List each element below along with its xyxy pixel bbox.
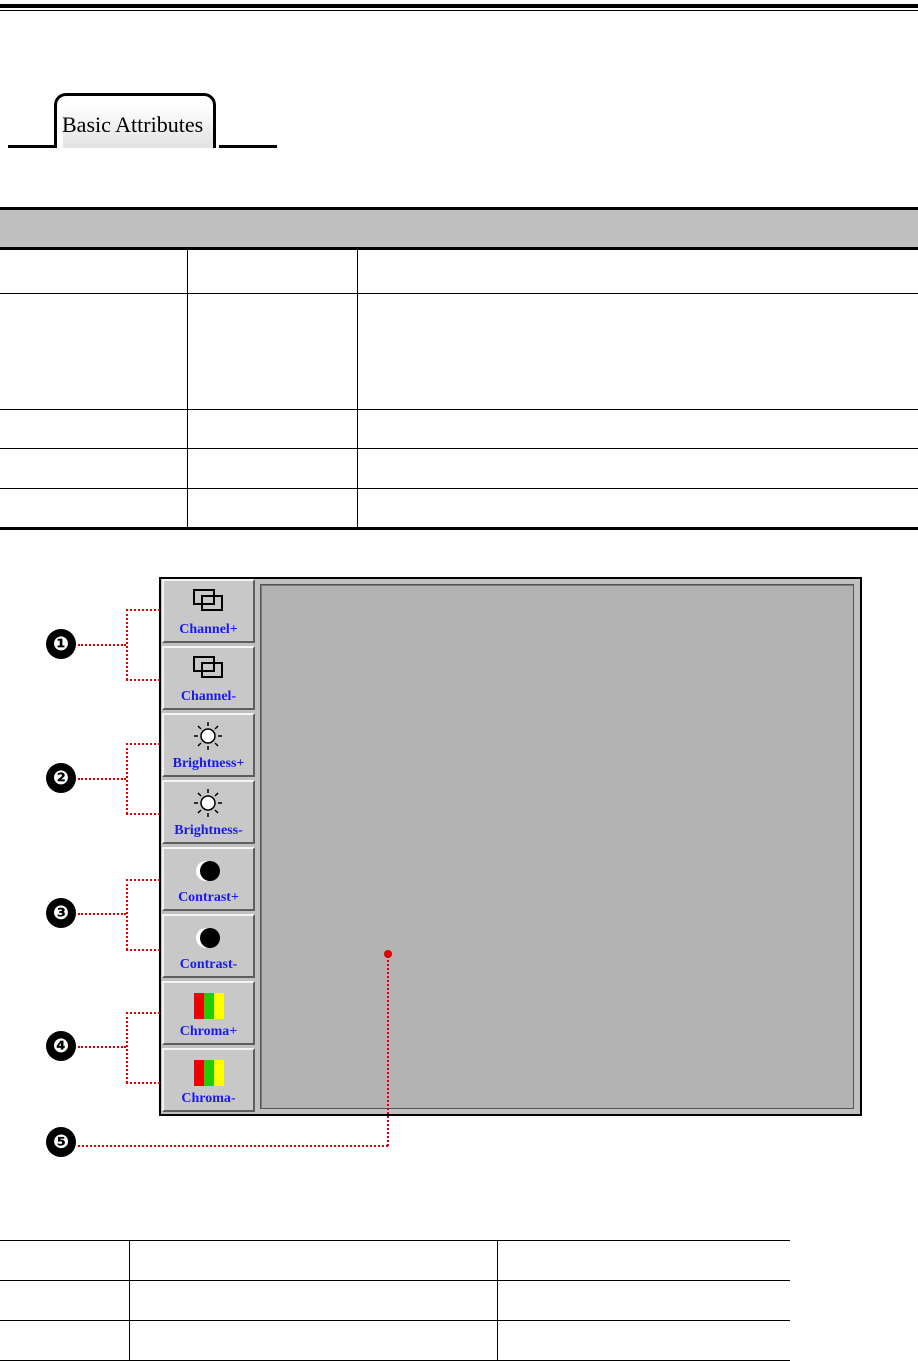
channel-icon	[193, 656, 223, 678]
channel-minus-button[interactable]: Channel-	[162, 646, 255, 710]
callout-leader	[126, 879, 128, 950]
callout-leader	[126, 743, 128, 814]
chroma-bars-icon	[194, 1060, 224, 1086]
callout-leader	[78, 644, 126, 646]
callout-leader	[126, 879, 160, 881]
table-row-divider	[0, 448, 918, 449]
chroma-plus-button[interactable]: Chroma+	[162, 981, 255, 1045]
callout-leader	[126, 1012, 128, 1083]
callout-4: ❹	[46, 1031, 76, 1061]
contrast-icon	[196, 861, 220, 881]
table-column-divider	[129, 1240, 130, 1361]
callout-leader	[126, 813, 160, 815]
callout-leader	[126, 743, 160, 745]
tab-underline-left	[8, 145, 54, 148]
display-pointer-dot	[384, 950, 392, 958]
chroma-minus-button[interactable]: Chroma-	[162, 1048, 255, 1112]
callout-leader	[126, 609, 160, 611]
button-label: Channel-	[180, 689, 237, 704]
table-bottom-rule	[0, 527, 918, 530]
callout-leader	[78, 913, 126, 915]
table-row-divider	[0, 409, 918, 410]
tab-underline-right	[219, 145, 277, 148]
brightness-sun-icon	[194, 722, 222, 750]
callout-leader	[387, 956, 389, 1146]
callout-leader	[78, 1145, 388, 1147]
table-row-divider	[0, 488, 918, 489]
table-top-rule	[0, 1240, 790, 1241]
table-row-divider	[0, 293, 918, 294]
callout-3: ❸	[46, 898, 76, 928]
contrast-minus-button[interactable]: Contrast-	[162, 914, 255, 978]
table-column-divider	[357, 250, 358, 528]
callout-leader	[126, 949, 160, 951]
table-column-divider	[497, 1240, 498, 1361]
button-label: Contrast+	[178, 890, 239, 905]
callout-leader	[126, 1082, 160, 1084]
button-label: Brightness+	[172, 756, 245, 771]
button-label: Channel+	[179, 622, 238, 637]
callout-5: ❺	[46, 1127, 76, 1157]
button-label: Contrast-	[179, 957, 238, 972]
callout-2: ❷	[46, 763, 76, 793]
display-area	[260, 584, 854, 1109]
attributes-table-header	[0, 207, 918, 250]
contrast-icon	[196, 928, 220, 948]
callout-1: ❶	[46, 629, 76, 659]
callout-leader	[126, 679, 160, 681]
callout-leader	[78, 1046, 126, 1048]
brightness-sun-icon	[194, 789, 222, 817]
button-label: Brightness-	[174, 823, 243, 838]
brightness-minus-button[interactable]: Brightness-	[162, 780, 255, 844]
table-column-divider	[187, 250, 188, 528]
channel-icon	[193, 589, 223, 611]
table-row-divider	[0, 1280, 790, 1281]
header-rule-thick	[0, 4, 918, 8]
section-tab-label: Basic Attributes	[62, 112, 204, 137]
brightness-plus-button[interactable]: Brightness+	[162, 713, 255, 777]
channel-plus-button[interactable]: Channel+	[162, 579, 255, 643]
contrast-plus-button[interactable]: Contrast+	[162, 847, 255, 911]
callout-leader	[126, 1012, 160, 1014]
button-label: Chroma-	[181, 1091, 236, 1106]
button-label: Chroma+	[179, 1024, 238, 1039]
chroma-bars-icon	[194, 993, 224, 1019]
table-row-divider	[0, 1320, 790, 1321]
callout-leader	[126, 609, 128, 680]
header-rule-thin	[0, 10, 918, 11]
callout-leader	[78, 778, 126, 780]
